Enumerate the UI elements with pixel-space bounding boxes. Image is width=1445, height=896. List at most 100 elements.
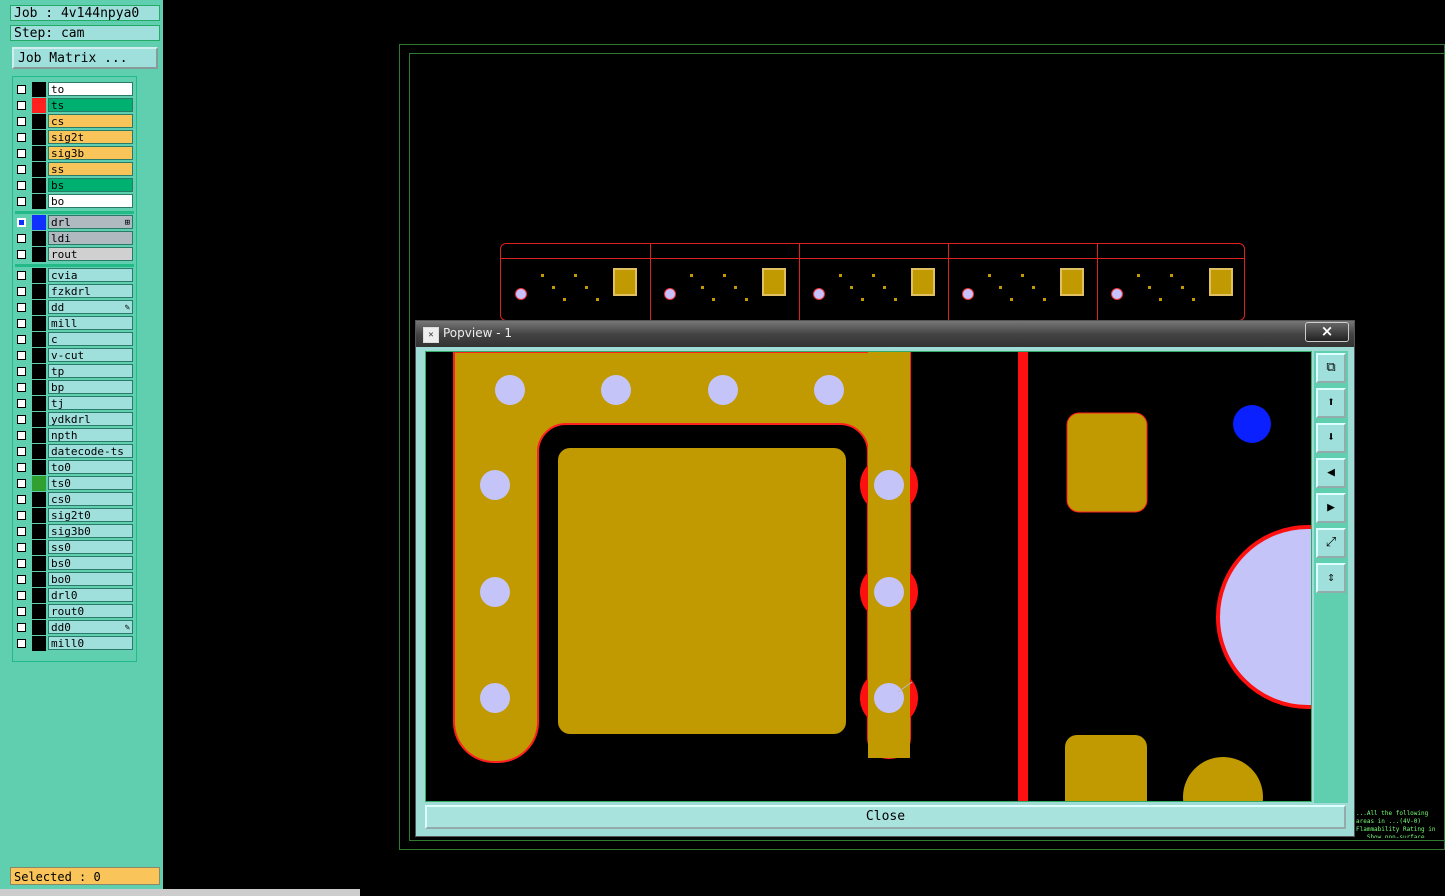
layer-row-sig2t0[interactable]: sig2t0 — [15, 508, 134, 523]
zoom-in-icon[interactable]: ⬆ — [1316, 388, 1346, 418]
layer-name[interactable]: ydkdrl — [48, 412, 133, 426]
layer-color-swatch[interactable] — [32, 348, 46, 363]
layer-color-swatch[interactable] — [32, 82, 46, 97]
layer-color-swatch[interactable] — [32, 460, 46, 475]
layer-color-swatch[interactable] — [32, 162, 46, 177]
layer-color-swatch[interactable] — [32, 247, 46, 262]
layer-row-fzkdrl[interactable]: fzkdrl — [15, 284, 134, 299]
layer-name[interactable]: rout — [48, 247, 133, 261]
layer-row-rout[interactable]: rout — [15, 247, 134, 262]
layer-name[interactable]: tp — [48, 364, 133, 378]
layer-row-drl[interactable]: drl ⊞ — [15, 215, 134, 230]
layer-name[interactable]: sig2t — [48, 130, 133, 144]
layer-name[interactable]: fzkdrl — [48, 284, 133, 298]
layer-checkbox[interactable] — [17, 607, 26, 616]
layer-row-tp[interactable]: tp — [15, 364, 134, 379]
layer-name[interactable]: bp — [48, 380, 133, 394]
layer-name[interactable]: to — [48, 82, 133, 96]
layer-name[interactable]: drl0 — [48, 588, 133, 602]
layer-checkbox[interactable] — [17, 511, 26, 520]
layer-color-swatch[interactable] — [32, 428, 46, 443]
layer-checkbox[interactable] — [17, 133, 26, 142]
layer-row-ts[interactable]: ts — [15, 98, 134, 113]
layer-color-swatch[interactable] — [32, 130, 46, 145]
layer-name[interactable]: ts0 — [48, 476, 133, 490]
layer-name[interactable]: sig3b0 — [48, 524, 133, 538]
layer-name[interactable]: to0 — [48, 460, 133, 474]
layer-checkbox[interactable] — [17, 479, 26, 488]
layer-checkbox[interactable] — [17, 287, 26, 296]
layer-checkbox[interactable] — [17, 117, 26, 126]
layer-row-drl0[interactable]: drl0 — [15, 588, 134, 603]
layer-color-swatch[interactable] — [32, 380, 46, 395]
layer-color-swatch[interactable] — [32, 396, 46, 411]
layer-color-swatch[interactable] — [32, 572, 46, 587]
layer-checkbox[interactable] — [17, 149, 26, 158]
layer-color-swatch[interactable] — [32, 412, 46, 427]
layer-checkbox[interactable] — [17, 495, 26, 504]
job-matrix-button[interactable]: Job Matrix ... — [12, 47, 158, 69]
layer-row-cvia[interactable]: cvia — [15, 268, 134, 283]
layer-name[interactable]: datecode-ts — [48, 444, 133, 458]
layer-row-sig3b[interactable]: sig3b — [15, 146, 134, 161]
layer-checkbox[interactable] — [17, 447, 26, 456]
layer-row-mill0[interactable]: mill0 — [15, 636, 134, 651]
layer-row-rout0[interactable]: rout0 — [15, 604, 134, 619]
layer-checkbox[interactable] — [17, 101, 26, 110]
fit-profile-icon[interactable]: ⇕ — [1316, 563, 1346, 593]
layer-color-swatch[interactable] — [32, 300, 46, 315]
layer-checkbox[interactable] — [17, 85, 26, 94]
layer-checkbox[interactable] — [17, 639, 26, 648]
layer-checkbox[interactable] — [17, 319, 26, 328]
layer-row-ldi[interactable]: ldi — [15, 231, 134, 246]
pan-right-icon[interactable]: ▶ — [1316, 493, 1346, 523]
layer-name[interactable]: ss — [48, 162, 133, 176]
layer-row-sig3b0[interactable]: sig3b0 — [15, 524, 134, 539]
layer-color-swatch[interactable] — [32, 231, 46, 246]
layer-row-to[interactable]: to — [15, 82, 134, 97]
layer-color-swatch[interactable] — [32, 636, 46, 651]
layer-name[interactable]: bo — [48, 194, 133, 208]
layer-checkbox[interactable] — [17, 543, 26, 552]
layer-checkbox[interactable] — [17, 591, 26, 600]
popview-canvas[interactable] — [425, 351, 1312, 802]
layer-name[interactable]: cs — [48, 114, 133, 128]
layer-checkbox[interactable] — [17, 303, 26, 312]
layer-row-ydkdrl[interactable]: ydkdrl — [15, 412, 134, 427]
layer-row-dd0[interactable]: dd0 ✎ — [15, 620, 134, 635]
layer-name[interactable]: drl ⊞ — [48, 215, 133, 229]
layer-name[interactable]: rout0 — [48, 604, 133, 618]
layer-name[interactable]: npth — [48, 428, 133, 442]
popview-titlebar[interactable]: ✕ Popview - 1 × — [416, 321, 1354, 347]
layer-checkbox[interactable] — [17, 415, 26, 424]
layer-row-bs0[interactable]: bs0 — [15, 556, 134, 571]
layer-checkbox[interactable] — [17, 271, 26, 280]
layer-color-swatch[interactable] — [32, 268, 46, 283]
layer-checkbox[interactable] — [17, 218, 26, 227]
layer-row-bs[interactable]: bs — [15, 178, 134, 193]
layer-checkbox[interactable] — [17, 165, 26, 174]
layer-color-swatch[interactable] — [32, 194, 46, 209]
layer-row-bo0[interactable]: bo0 — [15, 572, 134, 587]
layer-checkbox[interactable] — [17, 399, 26, 408]
zoom-window-icon[interactable]: ⧉ — [1316, 353, 1346, 383]
layer-checkbox[interactable] — [17, 527, 26, 536]
layer-row-npth[interactable]: npth — [15, 428, 134, 443]
layer-row-cs0[interactable]: cs0 — [15, 492, 134, 507]
layer-color-swatch[interactable] — [32, 178, 46, 193]
layer-name[interactable]: v-cut — [48, 348, 133, 362]
layer-color-swatch[interactable] — [32, 114, 46, 129]
layer-color-swatch[interactable] — [32, 364, 46, 379]
close-icon[interactable]: × — [1305, 322, 1349, 342]
layer-row-ts0[interactable]: ts0 — [15, 476, 134, 491]
pcb-panel-array[interactable] — [500, 243, 1245, 322]
layer-checkbox[interactable] — [17, 383, 26, 392]
fit-all-icon[interactable]: ⤢ — [1316, 528, 1346, 558]
layer-name[interactable]: dd0 ✎ — [48, 620, 133, 634]
layer-checkbox[interactable] — [17, 335, 26, 344]
layer-name[interactable]: ts — [48, 98, 133, 112]
layer-checkbox[interactable] — [17, 351, 26, 360]
layer-name[interactable]: sig2t0 — [48, 508, 133, 522]
layer-row-tj[interactable]: tj — [15, 396, 134, 411]
layer-color-swatch[interactable] — [32, 284, 46, 299]
